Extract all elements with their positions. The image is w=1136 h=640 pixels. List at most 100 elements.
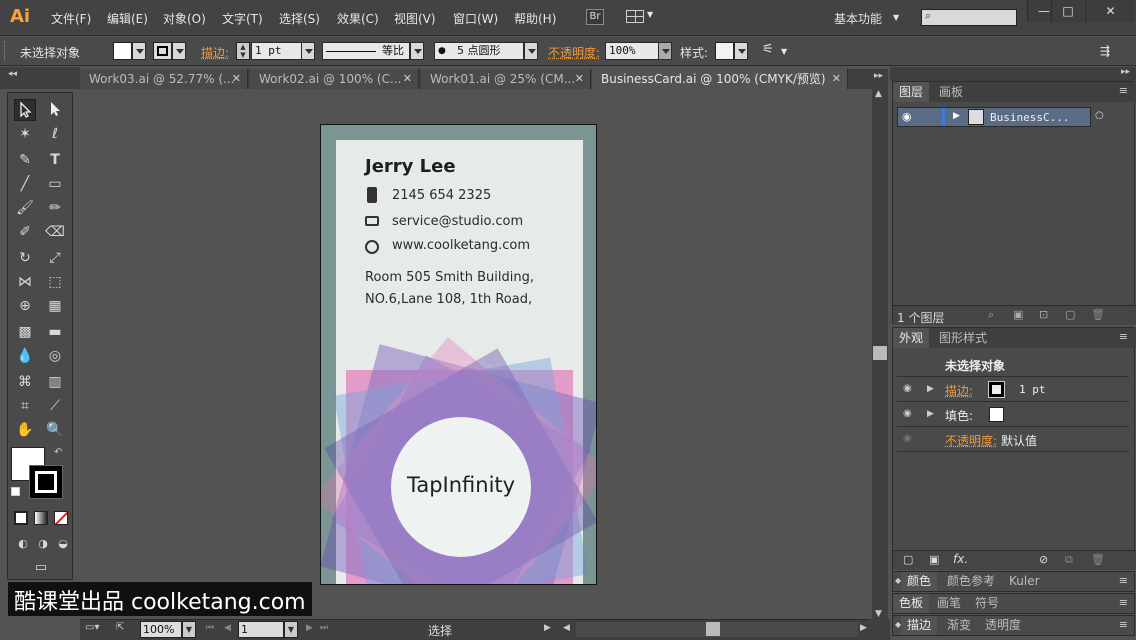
draw-normal-icon[interactable]: ◐ (12, 533, 34, 555)
close-icon[interactable]: ✕ (832, 69, 841, 89)
search-input[interactable]: ⌕ (921, 9, 1017, 26)
stroke-profile-field[interactable]: 等比 (322, 42, 410, 60)
opacity-field[interactable]: 100% (605, 42, 659, 60)
status-arrow-icon[interactable]: ▶ (544, 623, 551, 633)
fx-icon[interactable]: fx. (953, 552, 968, 566)
horizontal-scrollbar[interactable] (576, 622, 858, 637)
scroll-left-icon[interactable]: ◀ (563, 623, 570, 633)
rotate-tool-icon[interactable]: ↻ (14, 247, 36, 269)
locate-object-icon[interactable]: ⌕ (988, 308, 994, 322)
eye-icon[interactable]: ◉ (902, 110, 912, 123)
tab-graphic-styles[interactable]: 图形样式 (933, 328, 993, 348)
zoom-tool-icon[interactable]: 🔍 (44, 419, 66, 441)
chevron-down-icon[interactable]: ▼ (647, 10, 653, 19)
add-fill-icon[interactable]: ▣ (929, 553, 939, 566)
screen-mode-icon[interactable]: ▭ (30, 557, 52, 579)
trash-icon[interactable]: 🗑 (1091, 308, 1105, 321)
width-tool-icon[interactable]: ⋈ (14, 271, 36, 293)
scroll-up-icon[interactable]: ▲ (875, 89, 882, 99)
brush-dropdown[interactable] (524, 42, 538, 60)
menu-help[interactable]: 帮助(H) (514, 10, 556, 27)
tab-brushes[interactable]: 画笔 (931, 594, 967, 613)
arrange-documents-icon[interactable] (626, 10, 644, 23)
fill-swatch[interactable] (989, 407, 1004, 422)
eye-icon[interactable]: ◉ (903, 383, 912, 394)
selection-tool-icon[interactable] (14, 99, 36, 121)
magic-wand-icon[interactable]: ✶ (14, 123, 36, 145)
next-artboard-icon[interactable]: ▶ (306, 623, 313, 633)
symbol-sprayer-icon[interactable]: ⌘ (14, 371, 36, 393)
tab-work03[interactable]: Work03.ai @ 52.77% (... ✕ (80, 69, 248, 89)
target-circle-icon[interactable]: ○ (1095, 110, 1104, 121)
menu-file[interactable]: 文件(F) (51, 10, 91, 27)
tab-transparency[interactable]: 透明度 (979, 616, 1027, 635)
default-colors-icon[interactable] (11, 487, 20, 496)
gradient-tool-icon[interactable]: ▬ (44, 321, 66, 343)
lasso-icon[interactable]: ℓ (44, 123, 66, 145)
panel-menu-icon[interactable]: ≡ (1119, 330, 1128, 343)
stroke-weight-dropdown[interactable] (301, 42, 315, 60)
menu-window[interactable]: 窗口(W) (453, 10, 498, 27)
grip-handle[interactable] (4, 41, 7, 61)
close-window-button[interactable]: ✕ (1085, 0, 1135, 22)
tab-work02[interactable]: Work02.ai @ 100% (C... ✕ (250, 69, 419, 89)
tab-gradient[interactable]: 渐变 (941, 616, 977, 635)
eyedropper-icon[interactable]: 💧 (14, 345, 36, 367)
collapse-icon[interactable]: ◂◂ (8, 69, 17, 79)
zoom-field[interactable]: 100% (140, 621, 182, 638)
perspective-grid-icon[interactable]: ▦ (44, 295, 66, 317)
artboard-field[interactable]: 1 (238, 621, 284, 638)
collapse-icon[interactable]: ▸▸ (1121, 67, 1130, 77)
clipping-mask-icon[interactable]: ▣ (1013, 308, 1023, 321)
close-icon[interactable]: ✕ (403, 69, 412, 89)
tab-color[interactable]: 颜色 (901, 572, 938, 591)
zoom-dropdown[interactable]: ▼ (182, 621, 196, 638)
draw-inside-icon[interactable]: ◒ (52, 533, 74, 555)
vertical-scrollbar[interactable]: ▲ ▼ (872, 89, 888, 619)
paintbrush-icon[interactable]: 🖌 (14, 197, 36, 219)
gradient-mode-icon[interactable] (34, 511, 48, 525)
eye-icon[interactable]: ◉ (903, 433, 912, 444)
scale-tool-icon[interactable]: ⤢ (44, 247, 66, 269)
stroke-color-swatch[interactable] (29, 465, 63, 499)
fill-swatch[interactable] (113, 42, 132, 60)
layer-name[interactable]: BusinessC... (990, 111, 1069, 124)
maximize-button[interactable]: □ (1051, 0, 1084, 22)
chevron-down-icon[interactable]: ▼ (893, 13, 899, 22)
clear-appearance-icon[interactable]: ⊘ (1039, 553, 1048, 566)
appearance-opacity-row[interactable]: ◉ 不透明度: 默认值 (897, 428, 1129, 452)
new-layer-icon[interactable]: ▢ (1065, 308, 1075, 321)
opacity-label[interactable]: 不透明度: (548, 44, 600, 61)
fill-dropdown[interactable] (132, 42, 146, 60)
stroke-stepper[interactable]: ▲ ▼ (236, 42, 250, 60)
menu-object[interactable]: 对象(O) (163, 10, 206, 27)
menu-select[interactable]: 选择(S) (279, 10, 320, 27)
tab-symbols[interactable]: 符号 (969, 594, 1005, 613)
pen-tool-icon[interactable]: ✎ (14, 149, 36, 171)
appearance-fill-row[interactable]: ◉ ▶ 填色: (897, 403, 1129, 427)
close-icon[interactable]: ✕ (575, 69, 584, 89)
scrollbar-thumb[interactable] (706, 622, 720, 636)
chevron-down-icon[interactable]: ▼ (781, 47, 787, 56)
menu-effect[interactable]: 效果(C) (337, 10, 379, 27)
appearance-stroke-row[interactable]: ◉ ▶ 描边: 1 pt (897, 378, 1129, 402)
tab-layers[interactable]: 图层 (893, 82, 930, 102)
color-mode-icon[interactable] (14, 511, 28, 525)
slice-tool-icon[interactable]: ⟋ (44, 395, 66, 417)
bridge-button[interactable]: Br (586, 9, 604, 25)
tab-kuler[interactable]: Kuler (1003, 572, 1046, 591)
add-stroke-icon[interactable]: ▢ (903, 553, 913, 566)
appearance-stroke-value[interactable]: 1 pt (1019, 383, 1046, 396)
scrollbar-thumb[interactable] (873, 346, 887, 360)
workspace-switcher[interactable]: 基本功能 (834, 10, 882, 27)
style-dropdown[interactable] (734, 42, 748, 60)
blob-brush-icon[interactable]: ✐ (14, 221, 36, 243)
scroll-down-icon[interactable]: ▼ (875, 609, 882, 619)
panel-menu-icon[interactable]: ≡ (1119, 84, 1128, 97)
expand-arrow-icon[interactable]: ▶ (953, 111, 960, 121)
new-sublayer-icon[interactable]: ⊡ (1039, 308, 1048, 321)
rectangle-tool-icon[interactable]: ▭ (44, 173, 66, 195)
duplicate-item-icon[interactable]: ⧉ (1065, 553, 1073, 567)
pencil-icon[interactable]: ✏ (44, 197, 66, 219)
graph-tool-icon[interactable]: ▥ (44, 371, 66, 393)
